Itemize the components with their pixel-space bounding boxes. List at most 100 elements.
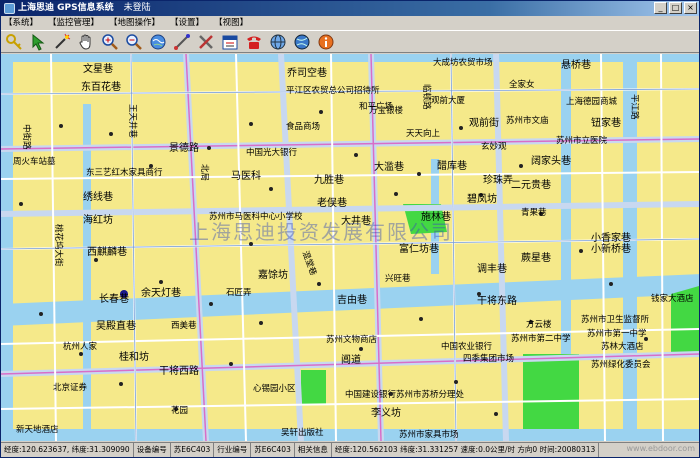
map-label: 中街路 (21, 124, 31, 150)
phone-icon[interactable] (244, 32, 264, 52)
map-label: 珍珠弄 (483, 175, 513, 186)
map-label: 调丰巷 (477, 264, 507, 275)
pointer-icon[interactable] (28, 32, 48, 52)
map-label: 中国建设银行苏州市苏桥分理处 (345, 390, 465, 400)
map-label: 心锡园小区 (253, 384, 296, 394)
globe-icon[interactable] (268, 32, 288, 52)
map-label: 钱家大酒店 (651, 294, 694, 304)
map-label: 钮家巷 (591, 118, 621, 129)
map-label: 嘉馀坊 (258, 270, 288, 281)
map-label: 周火车站墓 (13, 157, 56, 167)
minimize-button[interactable]: _ (654, 2, 667, 14)
pan-hand-icon[interactable] (76, 32, 96, 52)
map-label: 长春巷 (99, 294, 129, 305)
menu-view[interactable]: 【视图】 (214, 16, 248, 30)
map-label: 中国光大银行 (246, 148, 298, 158)
map-label: 苏州市文庙 (506, 116, 549, 126)
menu-settings[interactable]: 【设置】 (170, 16, 204, 30)
web-icon[interactable] (292, 32, 312, 52)
status-related-label: 相关信息 (295, 443, 332, 457)
company-watermark: 上海思迪投资发展有限公司 (189, 220, 453, 244)
app-icon (4, 3, 15, 14)
map-label: 苏林大酒店 (601, 342, 644, 352)
status-related: 经度:120.562103 纬度:31.331257 速度:0.0公里/时 方向… (332, 443, 600, 457)
map-label: 苏州市第二中学 (511, 334, 571, 344)
map-label: 平江路 (629, 94, 639, 120)
app-window: 上海思迪 GPS信息系统 未登陆 _ □ × 【系统】 【监控管理】 【地图操作… (0, 0, 700, 458)
map-label: 苏州市家具市场 (399, 430, 459, 440)
menu-map-ops[interactable]: 【地图操作】 (109, 16, 160, 30)
map-label: 全家女 (509, 80, 535, 90)
zoom-out-icon[interactable] (124, 32, 144, 52)
map-label: 阔家头巷 (531, 156, 571, 167)
map-label: 苏州市卫生监督所 (581, 315, 650, 325)
map-label: 蕨星巷 (521, 253, 551, 264)
menu-monitor[interactable]: 【监控管理】 (48, 16, 99, 30)
map-label: 九胜巷 (314, 175, 344, 186)
map-label: 海红坊 (83, 215, 113, 226)
map-label: 碧凤坊 (467, 194, 497, 205)
map-label: 王天井巷 (127, 104, 137, 139)
status-bar: 经度:120.623637, 纬度:31.309090 设备编号 苏E6C403… (1, 442, 699, 457)
map-label: 吴轩出版社 (281, 428, 324, 438)
status-device: 苏E6C403 (171, 443, 215, 457)
map-label: 文星巷 (83, 64, 113, 75)
map-label: 阊道 (341, 355, 361, 366)
info-icon[interactable] (316, 32, 336, 52)
map-label: 大成坊农贸市场 (433, 58, 493, 68)
map-label: 平江区农贸总公司招待所 (286, 86, 380, 96)
map-label: 大滥巷 (374, 162, 404, 173)
site-watermark: www.ebdoor.com (626, 444, 696, 453)
map-label: 玄妙观 (481, 142, 507, 152)
map-label: 东百花巷 (81, 82, 121, 93)
map-label: 二元贵巷 (511, 180, 551, 191)
map-label: 小香家巷 (591, 233, 631, 244)
map-label: 桃花坞大街 (53, 224, 63, 267)
map-label: 李义坊 (371, 408, 401, 419)
map-label: 乔司空巷 (287, 68, 327, 79)
map-label: 吉由巷 (337, 295, 367, 306)
status-trade: 苏E6C403 (251, 443, 295, 457)
map-label: 天天向上 (406, 129, 441, 139)
measure-icon[interactable] (172, 32, 192, 52)
map-label: 花园 (171, 406, 189, 416)
magic-wand-icon[interactable] (52, 32, 72, 52)
map-label: 余天灯巷 (141, 288, 181, 299)
calendar-icon[interactable] (220, 32, 240, 52)
toolbar (1, 30, 699, 53)
map-label: 新天地酒店 (16, 425, 59, 435)
tools-icon[interactable] (196, 32, 216, 52)
map-label: 悬桥巷 (561, 60, 591, 71)
map-label: 方云楼 (526, 320, 552, 330)
map-label: 苏州文物商店 (326, 335, 378, 345)
map-label: 食品商场 (286, 122, 321, 132)
map-canvas[interactable]: 文星巷 东百花巷 王天井巷 中街路 景德路 周火车站墓 东三艺红木家具商行 绣线… (1, 54, 699, 441)
map-label: 干将东路 (477, 296, 517, 307)
status-device-label: 设备编号 (134, 443, 171, 457)
map-label: 苏州绿化委员会 (591, 360, 651, 370)
map-label: 青果巷 (521, 208, 547, 218)
map-label: 杭州人家 (63, 342, 98, 352)
map-label: 干将西路 (159, 366, 199, 377)
maximize-button[interactable]: □ (669, 2, 682, 14)
map-label: 北局 (199, 164, 209, 182)
map-label: 苏州市第一中学 (587, 329, 647, 339)
map-label: 中国农业银行 (441, 342, 493, 352)
zoom-in-icon[interactable] (100, 32, 120, 52)
map-label: 观前大厦 (431, 96, 466, 106)
window-title: 上海思迪 GPS信息系统 (18, 3, 114, 13)
map-label: 兴旺巷 (385, 274, 411, 284)
map-label: 观前街 (469, 118, 499, 129)
map-label: 绣线巷 (83, 192, 113, 203)
close-button[interactable]: × (684, 2, 697, 14)
key-icon[interactable] (4, 32, 24, 52)
menu-bar: 【系统】 【监控管理】 【地图操作】 【设置】 【视图】 (1, 16, 699, 30)
map-label: 桂和坊 (119, 352, 149, 363)
map-label: 马医科 (231, 171, 261, 182)
menu-system[interactable]: 【系统】 (4, 16, 38, 30)
map-label: 北京证券 (53, 383, 88, 393)
map-label: 老俣巷 (317, 198, 347, 209)
map-label: 西麒麟巷 (87, 247, 127, 258)
refresh-globe-icon[interactable] (148, 32, 168, 52)
map-label: 东三艺红木家具商行 (86, 168, 163, 178)
